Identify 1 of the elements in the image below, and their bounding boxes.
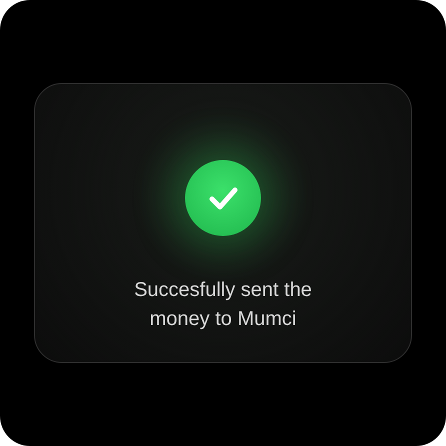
success-message: Succesfully sent the money to Mumci: [133, 278, 313, 332]
